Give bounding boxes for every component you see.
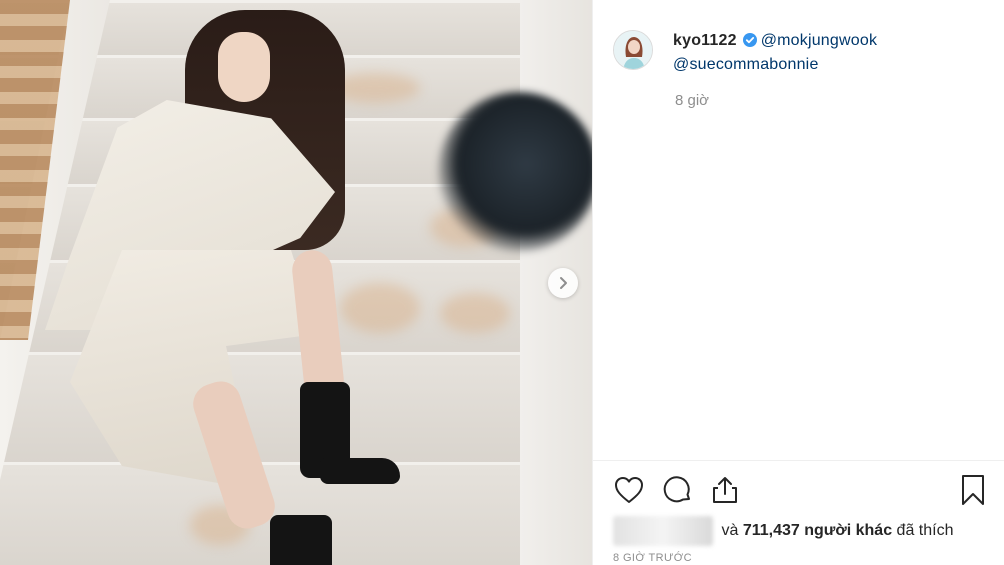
- action-bar: [613, 474, 993, 510]
- chevron-right-icon: [560, 277, 567, 289]
- comment-button[interactable]: [661, 474, 693, 506]
- share-icon: [713, 477, 737, 503]
- share-button[interactable]: [709, 474, 741, 506]
- model-face: [218, 32, 270, 102]
- post-caption: kyo1122 @mokjungwook @suecommabonnie: [673, 30, 973, 76]
- likes-count[interactable]: 711,437: [743, 522, 800, 539]
- likes-others[interactable]: người khác: [804, 522, 892, 539]
- post-detail-panel: kyo1122 @mokjungwook @suecommabonnie 8 gi…: [592, 0, 1004, 565]
- blurred-liker-name: [613, 516, 713, 546]
- camera-lens-blur: [438, 92, 592, 252]
- avatar-image: [614, 31, 652, 69]
- like-button[interactable]: [613, 474, 645, 506]
- likes-suffix: đã thích: [896, 522, 954, 540]
- post-timestamp[interactable]: 8 GIỜ TRƯỚC: [613, 552, 692, 564]
- post-photo[interactable]: [0, 0, 592, 565]
- save-button[interactable]: [957, 474, 989, 506]
- model-boot: [270, 515, 332, 565]
- heart-icon: [615, 477, 643, 503]
- verified-badge-icon: [742, 32, 757, 54]
- divider: [593, 460, 1004, 461]
- bookmark-icon: [962, 475, 984, 505]
- avatar[interactable]: [613, 30, 653, 70]
- likes-summary: và 711,437 người khác đã thích: [613, 516, 953, 546]
- mention-link[interactable]: @suecommabonnie: [673, 56, 819, 73]
- carousel-next-button[interactable]: [548, 268, 578, 298]
- model-boot-toe: [320, 458, 400, 484]
- likes-prefix: và: [721, 522, 739, 540]
- relative-time: 8 giờ: [675, 92, 710, 109]
- comment-bubble-icon: [663, 476, 690, 503]
- username-link[interactable]: kyo1122: [673, 32, 737, 49]
- mention-link[interactable]: @mokjungwook: [761, 32, 877, 49]
